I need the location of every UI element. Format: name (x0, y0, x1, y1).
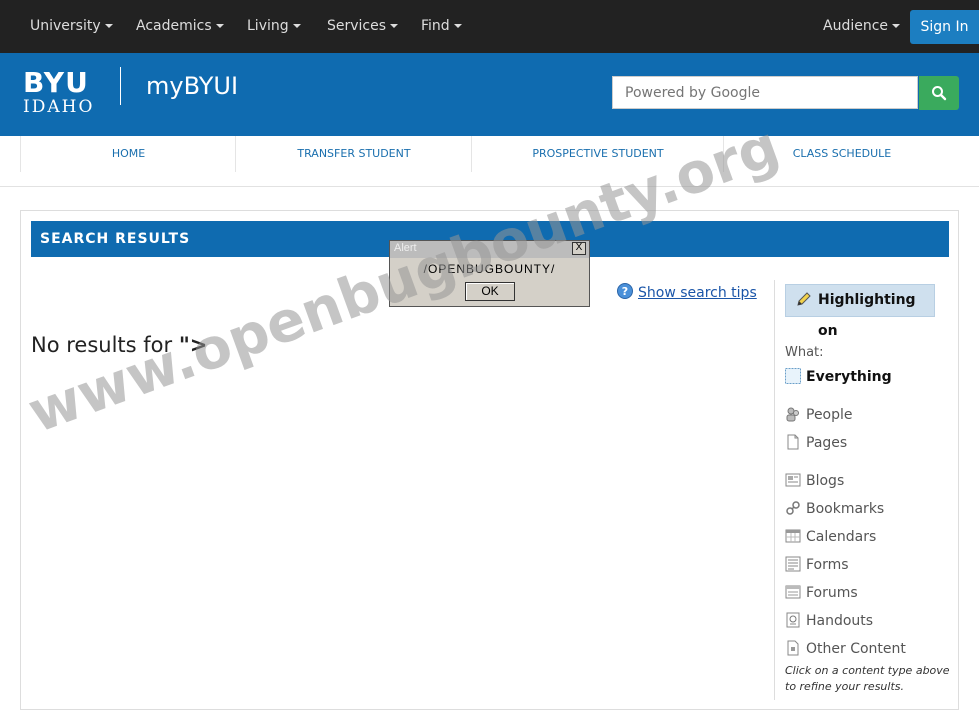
caret-down-icon (892, 24, 901, 28)
no-results-prefix: No results for (31, 333, 179, 357)
site-header: BYU IDAHO myBYUI (0, 53, 979, 136)
caret-down-icon (292, 24, 301, 28)
filter-forms-label: Forms (806, 557, 849, 573)
page-icon (787, 434, 799, 450)
alert-dialog: Alert X /OPENBUGBOUNTY/ OK (389, 240, 590, 307)
nav-university[interactable]: University (30, 18, 113, 34)
logo-byu-text[interactable]: BYU (23, 69, 89, 97)
sidebar-divider (774, 280, 775, 700)
nav-audience[interactable]: Audience (823, 18, 901, 34)
everything-icon (785, 368, 801, 384)
alert-ok-button[interactable]: OK (465, 282, 515, 301)
search-results-title: SEARCH RESULTS (40, 231, 191, 247)
refine-results-note: Click on a content type above to refine … (785, 664, 950, 693)
subnav-prospective-student[interactable]: PROSPECTIVE STUDENT (471, 136, 724, 172)
help-icon[interactable]: ? (617, 283, 633, 299)
site-title[interactable]: myBYUI (146, 71, 238, 101)
nav-find[interactable]: Find (421, 18, 462, 34)
secondary-nav: HOME TRANSFER STUDENT PROSPECTIVE STUDEN… (0, 136, 979, 187)
show-search-tips-link[interactable]: Show search tips (638, 285, 757, 301)
alert-title: Alert (394, 242, 417, 254)
nav-audience-label: Audience (823, 18, 889, 34)
search-query: "> (178, 333, 208, 357)
highlighting-label: Highlighting on (818, 292, 916, 339)
logo-idaho-text[interactable]: IDAHO (23, 97, 94, 117)
form-icon (785, 556, 801, 572)
nav-university-label: University (30, 18, 101, 34)
alert-message: /OPENBUGBOUNTY/ (423, 262, 556, 276)
nav-services[interactable]: Services (327, 18, 399, 34)
caret-down-icon (453, 24, 462, 28)
filter-forums-label: Forums (806, 585, 858, 601)
subnav-home[interactable]: HOME (20, 136, 236, 172)
nav-academics-label: Academics (136, 18, 212, 34)
svg-text:?: ? (622, 285, 628, 298)
search-icon (932, 86, 947, 101)
calendar-icon (785, 529, 801, 543)
alert-close-button[interactable]: X (572, 242, 586, 255)
filter-pages-label: Pages (806, 435, 848, 451)
forum-icon (785, 585, 801, 599)
what-label: What: (785, 345, 824, 360)
caret-down-icon (215, 24, 224, 28)
alert-titlebar[interactable]: Alert X (390, 241, 589, 258)
filter-other-content-label: Other Content (806, 641, 906, 657)
filter-people-label: People (806, 407, 853, 423)
nav-services-label: Services (327, 18, 387, 34)
handout-icon (786, 612, 800, 628)
logo-divider (120, 67, 121, 105)
caret-down-icon (104, 24, 113, 28)
nav-academics[interactable]: Academics (136, 18, 224, 34)
highlighting-toggle-button[interactable]: Highlighting on (785, 284, 935, 339)
bookmark-link-icon (786, 501, 800, 515)
blog-icon (785, 473, 801, 487)
search-input[interactable] (612, 76, 918, 109)
filter-bookmarks-label: Bookmarks (806, 501, 885, 517)
nav-living[interactable]: Living (247, 18, 301, 34)
subnav-class-schedule[interactable]: CLASS SCHEDULE (723, 136, 960, 172)
filter-blogs-label: Blogs (806, 473, 845, 489)
people-icon (786, 407, 799, 422)
caret-down-icon (390, 24, 399, 28)
filter-everything-label: Everything (806, 369, 892, 385)
filter-calendars-label: Calendars (806, 529, 877, 545)
filter-handouts-label: Handouts (806, 613, 874, 629)
top-navbar: University Academics Living Services Fin… (0, 0, 979, 53)
subnav-transfer-student[interactable]: TRANSFER STUDENT (235, 136, 472, 172)
sign-in-button[interactable]: Sign In (910, 10, 979, 44)
no-results-message: No results for "> (31, 333, 207, 357)
search-button[interactable] (919, 76, 959, 110)
nav-living-label: Living (247, 18, 289, 34)
pencil-icon (797, 292, 811, 306)
nav-find-label: Find (421, 18, 450, 34)
document-icon (787, 640, 799, 656)
